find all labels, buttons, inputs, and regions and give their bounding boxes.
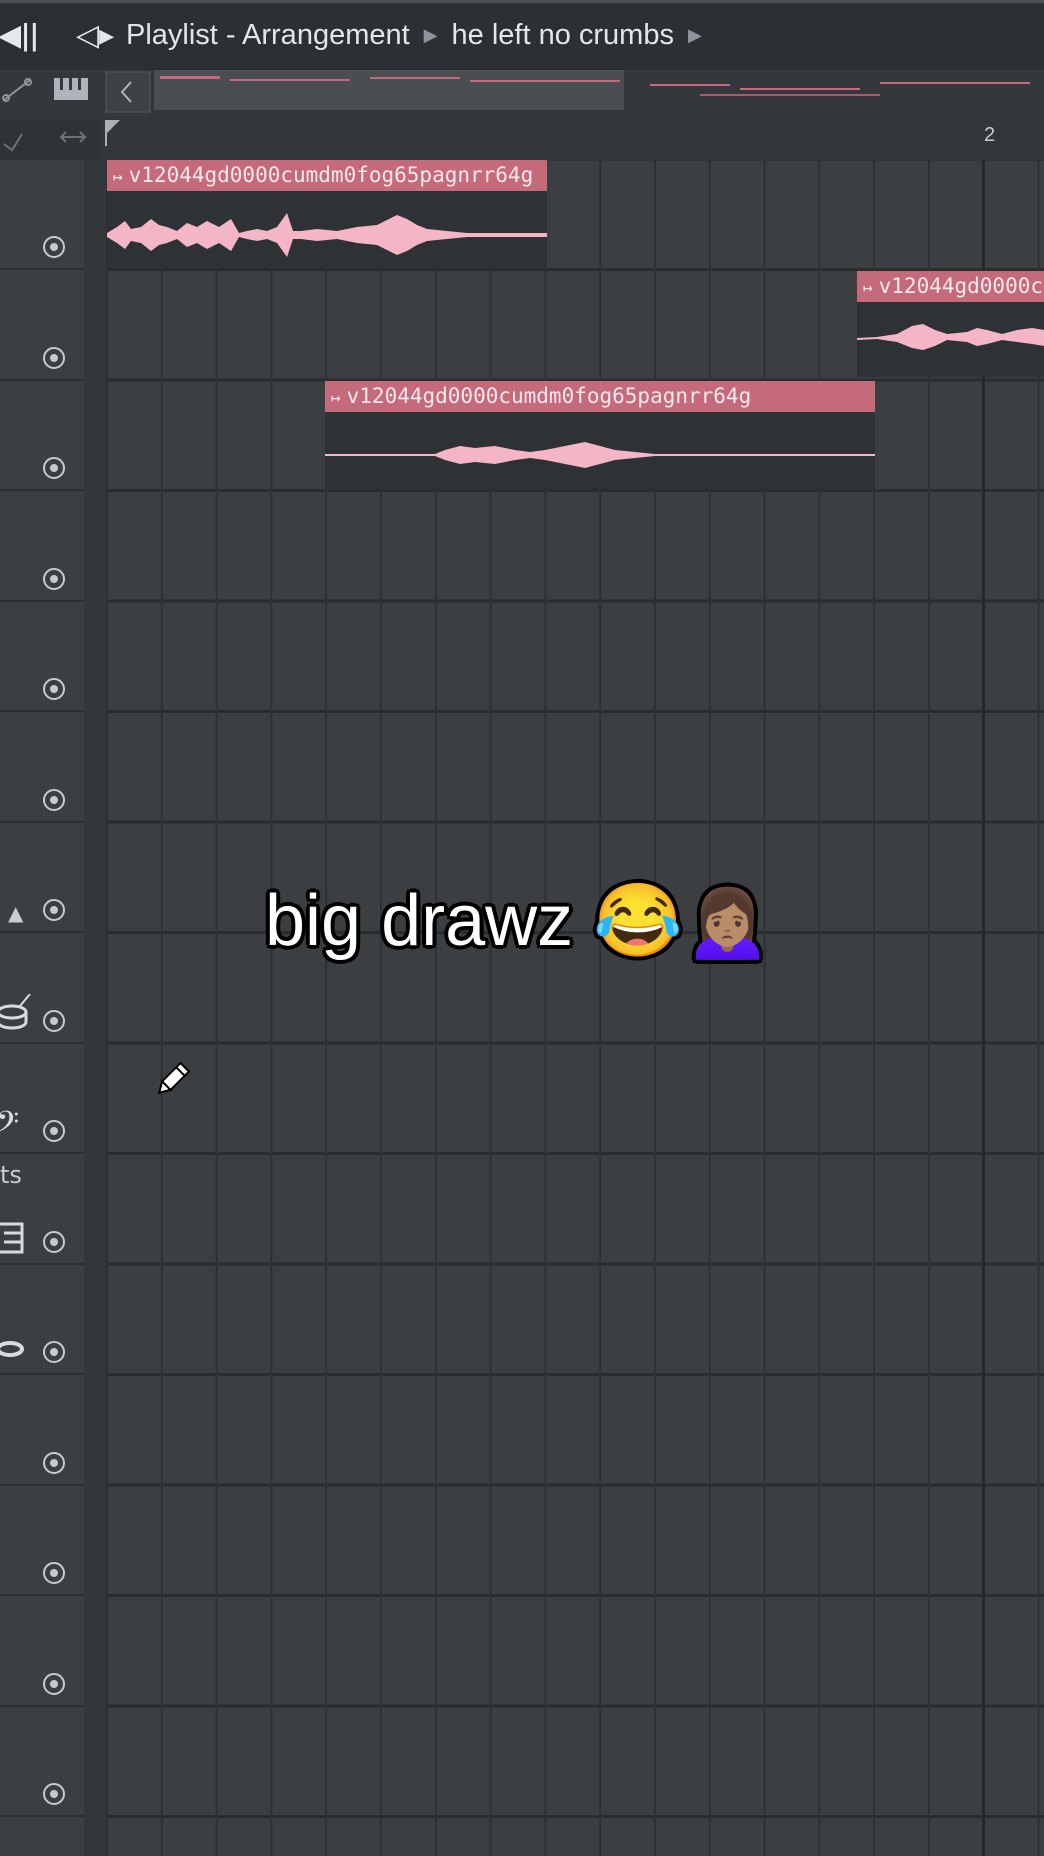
track-separator <box>0 710 84 712</box>
speaker-icon[interactable]: ◁▸ <box>76 21 114 51</box>
track-separator <box>0 489 84 491</box>
bar-number: 2 <box>984 124 996 146</box>
automation-icon[interactable] <box>2 78 32 102</box>
window-title-label: Playlist - Arrangement <box>126 19 410 51</box>
clip-arrow-icon: ↦ <box>863 278 873 297</box>
triangle-right-icon[interactable]: ▶ <box>688 25 702 45</box>
clip-header[interactable]: ↦ v12044gd0000c <box>857 271 1044 302</box>
track-separator <box>0 1483 84 1486</box>
track-mute-button[interactable] <box>43 346 65 369</box>
window-title: Playlist - Arrangement ▶ he left no crumbs… <box>126 19 716 52</box>
track-mute-button[interactable] <box>43 788 65 811</box>
toolbar-svg <box>2 70 1030 113</box>
track-mute-button[interactable] <box>43 567 65 590</box>
track-separator <box>0 1594 84 1596</box>
sidebar-partial-label: ts <box>0 1161 22 1189</box>
clip-label: v12044gd0000c <box>878 274 1044 298</box>
track-separator <box>0 1152 84 1154</box>
track-separator <box>0 378 84 381</box>
ruler-left-icons <box>3 131 87 152</box>
arrow-up-icon[interactable]: ▲ <box>8 898 23 928</box>
track-divider <box>84 160 106 1856</box>
track-mute-button[interactable] <box>43 899 65 921</box>
lips-icon[interactable] <box>0 1339 30 1359</box>
audio-clip[interactable]: ↦ v12044gd0000cumdm0fog65pagnrr64g <box>107 160 547 268</box>
track-separator <box>0 1262 84 1265</box>
audio-clip[interactable]: ↦ v12044gd0000cumdm0fog65pagnrr64g <box>325 381 875 489</box>
speaker-volume-icon[interactable]: ◀ǀǀ <box>0 21 39 51</box>
pencil-cursor-icon <box>157 1061 191 1095</box>
snap-check-icon[interactable] <box>3 133 23 152</box>
clip-arrow-icon: ↦ <box>113 167 123 186</box>
waveform <box>107 213 547 257</box>
keyboard-icon[interactable] <box>0 1222 26 1256</box>
track-separator <box>0 1041 84 1044</box>
scroll-left-button[interactable] <box>105 71 151 113</box>
project-name[interactable]: he left no crumbs <box>452 19 674 51</box>
track-mute-button[interactable] <box>43 457 65 479</box>
track-separator <box>0 931 84 933</box>
resize-arrows-icon[interactable] <box>59 131 87 143</box>
track-mute-button[interactable] <box>43 1451 65 1474</box>
clip-header[interactable]: ↦ v12044gd0000cumdm0fog65pagnrr64g <box>325 381 875 412</box>
track-separator <box>0 599 84 602</box>
clip-label: v12044gd0000cumdm0fog65pagnrr64g <box>346 384 752 408</box>
toolbar <box>0 70 1044 120</box>
overview-scrollbar[interactable] <box>154 70 624 110</box>
track-separator <box>0 1815 84 1817</box>
track-mute-button[interactable] <box>43 678 65 700</box>
track-mute-button[interactable] <box>43 1009 65 1032</box>
track-mute-button[interactable] <box>43 236 65 258</box>
timeline-ruler[interactable] <box>100 120 1044 160</box>
track-mute-button[interactable] <box>43 1562 65 1584</box>
track-separator <box>0 268 84 270</box>
track-mute-button[interactable] <box>43 1120 65 1142</box>
waveform <box>857 324 1044 350</box>
track-separator <box>0 1704 84 1707</box>
drum-icon[interactable] <box>0 994 34 1034</box>
waveform <box>325 442 875 468</box>
track-separator <box>0 1373 84 1375</box>
piano-keys-icon[interactable] <box>54 78 88 100</box>
clip-label: v12044gd0000cumdm0fog65pagnrr64g <box>128 163 534 187</box>
clip-header[interactable]: ↦ v12044gd0000cumdm0fog65pagnrr64g <box>107 160 547 191</box>
audio-clip[interactable]: ↦ v12044gd0000c <box>857 271 1044 377</box>
title-bar: ◀ǀǀ ◁▸ Playlist - Arrangement ▶ he left no… <box>0 0 1044 70</box>
clip-arrow-icon: ↦ <box>331 388 341 407</box>
track-mute-button[interactable] <box>43 1341 65 1363</box>
bass-clef-icon[interactable]: 𝄢 <box>0 1109 19 1145</box>
track-mute-button[interactable] <box>43 1783 65 1805</box>
playhead-marker-icon[interactable] <box>104 120 124 150</box>
triangle-right-icon: ▶ <box>423 25 438 45</box>
bar-line <box>982 160 985 1856</box>
track-mute-button[interactable] <box>43 1672 65 1695</box>
track-separator <box>0 820 84 823</box>
overlay-caption: big drawz 😂🙍🏽‍♀️ <box>265 881 773 961</box>
track-mute-button[interactable] <box>43 1230 65 1253</box>
